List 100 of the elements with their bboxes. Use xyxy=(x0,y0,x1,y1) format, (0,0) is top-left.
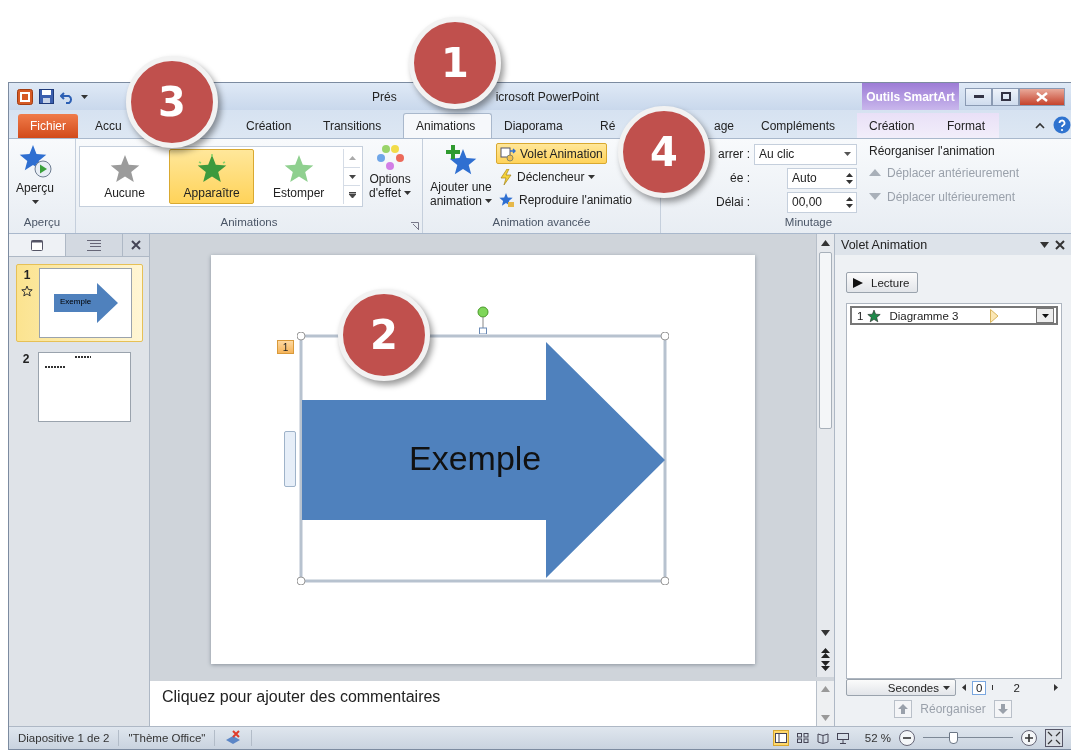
close-button[interactable] xyxy=(1019,87,1065,106)
arrow-shape xyxy=(53,283,118,323)
pane-menu-icon[interactable] xyxy=(1040,241,1049,248)
timeline-value: 0 xyxy=(972,680,987,695)
theme-name: "Thème Office" xyxy=(119,730,216,746)
group-label: Animation avancée xyxy=(491,216,592,230)
field-label: ée : xyxy=(729,171,750,185)
spinner-field[interactable]: 00,00 xyxy=(787,191,857,213)
down-triangle-icon xyxy=(869,193,881,200)
close-icon[interactable] xyxy=(131,240,141,250)
scroll-up-arrow-icon[interactable] xyxy=(821,240,830,246)
zoom-slider[interactable] xyxy=(923,732,1013,744)
field-label: Délai : xyxy=(715,195,750,209)
slideshow-icon[interactable] xyxy=(836,732,849,744)
previous-slide-icon[interactable] xyxy=(821,648,830,658)
pane-title: Volet Animation xyxy=(841,237,928,252)
ribbon-tab[interactable]: Création xyxy=(857,113,935,138)
caret-icon xyxy=(844,152,851,156)
slide-thumbnail[interactable] xyxy=(38,352,131,422)
scrollbar-thumb[interactable] xyxy=(819,252,832,429)
close-icon[interactable] xyxy=(1055,239,1065,250)
reading-view-icon[interactable] xyxy=(816,732,829,744)
up-triangle-icon xyxy=(869,169,881,176)
slides-tab[interactable] xyxy=(9,234,66,256)
ribbon-tab[interactable]: Transitions xyxy=(311,115,403,137)
slide-thumbnail[interactable]: Exemple xyxy=(39,268,132,338)
slide-number: 2 xyxy=(22,352,30,366)
colored-dots-icon xyxy=(375,144,406,172)
start-dropdown[interactable]: Au clic xyxy=(754,143,857,165)
collapse-ribbon-icon[interactable] xyxy=(1035,121,1045,129)
ribbon-small-button[interactable]: Volet Animation xyxy=(496,143,607,164)
save-icon[interactable] xyxy=(39,89,54,104)
undo-icon[interactable] xyxy=(60,89,75,104)
spelling-check-icon[interactable] xyxy=(224,730,243,746)
effect-options-button[interactable]: Options d'effet xyxy=(365,142,416,216)
animation-option[interactable]: Estomper xyxy=(256,149,342,204)
slide-number: 1 xyxy=(23,268,31,282)
scroll-up-icon xyxy=(348,155,356,160)
scroll-down-arrow-icon[interactable] xyxy=(821,630,830,636)
text-pane-handle[interactable] xyxy=(284,431,296,487)
animation-list-item[interactable]: 1 Diagramme 3 xyxy=(850,306,1058,325)
maximize-icon xyxy=(1000,92,1011,101)
spinner-field[interactable]: Auto xyxy=(787,167,857,189)
minimize-icon xyxy=(973,95,984,98)
ribbon-small-button[interactable]: Déclencheur xyxy=(496,166,599,187)
rotation-handle[interactable] xyxy=(477,306,489,334)
scroll-down-icon xyxy=(348,174,356,179)
zoom-level[interactable]: 52 % xyxy=(864,732,891,744)
ribbon-tab[interactable]: Animations xyxy=(403,113,492,138)
dialog-launcher-icon[interactable] xyxy=(411,222,419,230)
timing-marker-icon xyxy=(990,308,1000,323)
maximize-button[interactable] xyxy=(992,87,1019,106)
down-arrow-icon xyxy=(997,704,1008,714)
ribbon-tab[interactable]: Compléments xyxy=(749,115,857,137)
help-icon[interactable] xyxy=(1053,116,1071,134)
slide-sorter-icon[interactable] xyxy=(796,733,809,743)
thumbnail-text: Exemple xyxy=(60,297,92,306)
timeline-value: 2 xyxy=(1013,681,1020,694)
caret-icon xyxy=(485,199,493,203)
animation-option[interactable]: Aucune xyxy=(82,149,168,204)
ribbon-tab[interactable]: Accu xyxy=(92,115,126,137)
spinner-arrows-icon[interactable] xyxy=(846,171,853,185)
animation-option[interactable]: Apparaître xyxy=(169,149,255,204)
star-icon xyxy=(867,308,882,323)
ribbon-tab[interactable]: age xyxy=(710,115,748,137)
callout-badge: 3 xyxy=(126,56,218,148)
spinner-arrows-icon[interactable] xyxy=(846,195,853,209)
normal-view-button[interactable] xyxy=(772,730,789,746)
next-slide-icon[interactable] xyxy=(821,661,830,671)
minimize-button[interactable] xyxy=(965,87,992,106)
animation-pane-icon xyxy=(500,145,517,162)
add-animation-button[interactable]: Ajouter une animation xyxy=(426,142,497,216)
zoom-in-button[interactable] xyxy=(1021,730,1037,746)
play-icon xyxy=(853,277,863,288)
caret-icon xyxy=(31,200,39,204)
ribbon-tab[interactable]: Création xyxy=(234,115,311,137)
item-dropdown-button[interactable] xyxy=(1036,308,1054,323)
shape-text: Exemple xyxy=(409,439,542,478)
lightning-icon xyxy=(499,168,514,185)
timeline-right-icon[interactable] xyxy=(1054,684,1058,691)
preview-button[interactable]: Aperçu xyxy=(12,142,59,216)
zoom-out-button[interactable] xyxy=(899,730,915,746)
reorder-title: Réorganiser l'animation xyxy=(869,144,996,158)
up-arrow-icon xyxy=(898,704,909,714)
window-title: icrosoft PowerPoint xyxy=(495,89,600,104)
seconds-dropdown[interactable]: Secondes xyxy=(846,679,956,696)
app-logo-icon xyxy=(17,88,33,105)
star-brush-icon xyxy=(499,191,516,208)
tick-mark xyxy=(992,685,994,690)
zoom-slider-thumb[interactable] xyxy=(948,732,958,744)
timeline-left-icon[interactable] xyxy=(962,684,966,691)
group-label: Aperçu xyxy=(22,216,62,230)
play-button[interactable]: Lecture xyxy=(846,272,918,293)
ribbon-tab[interactable]: Ré xyxy=(596,115,617,137)
dropdown-arrow-icon[interactable] xyxy=(81,94,88,99)
star-play-icon xyxy=(18,144,52,178)
fit-to-window-icon[interactable] xyxy=(1045,729,1063,747)
field-label: arrer : xyxy=(717,147,750,161)
ribbon-tab[interactable]: Format xyxy=(935,113,999,138)
ribbon-tab[interactable]: Diaporama xyxy=(492,115,588,137)
